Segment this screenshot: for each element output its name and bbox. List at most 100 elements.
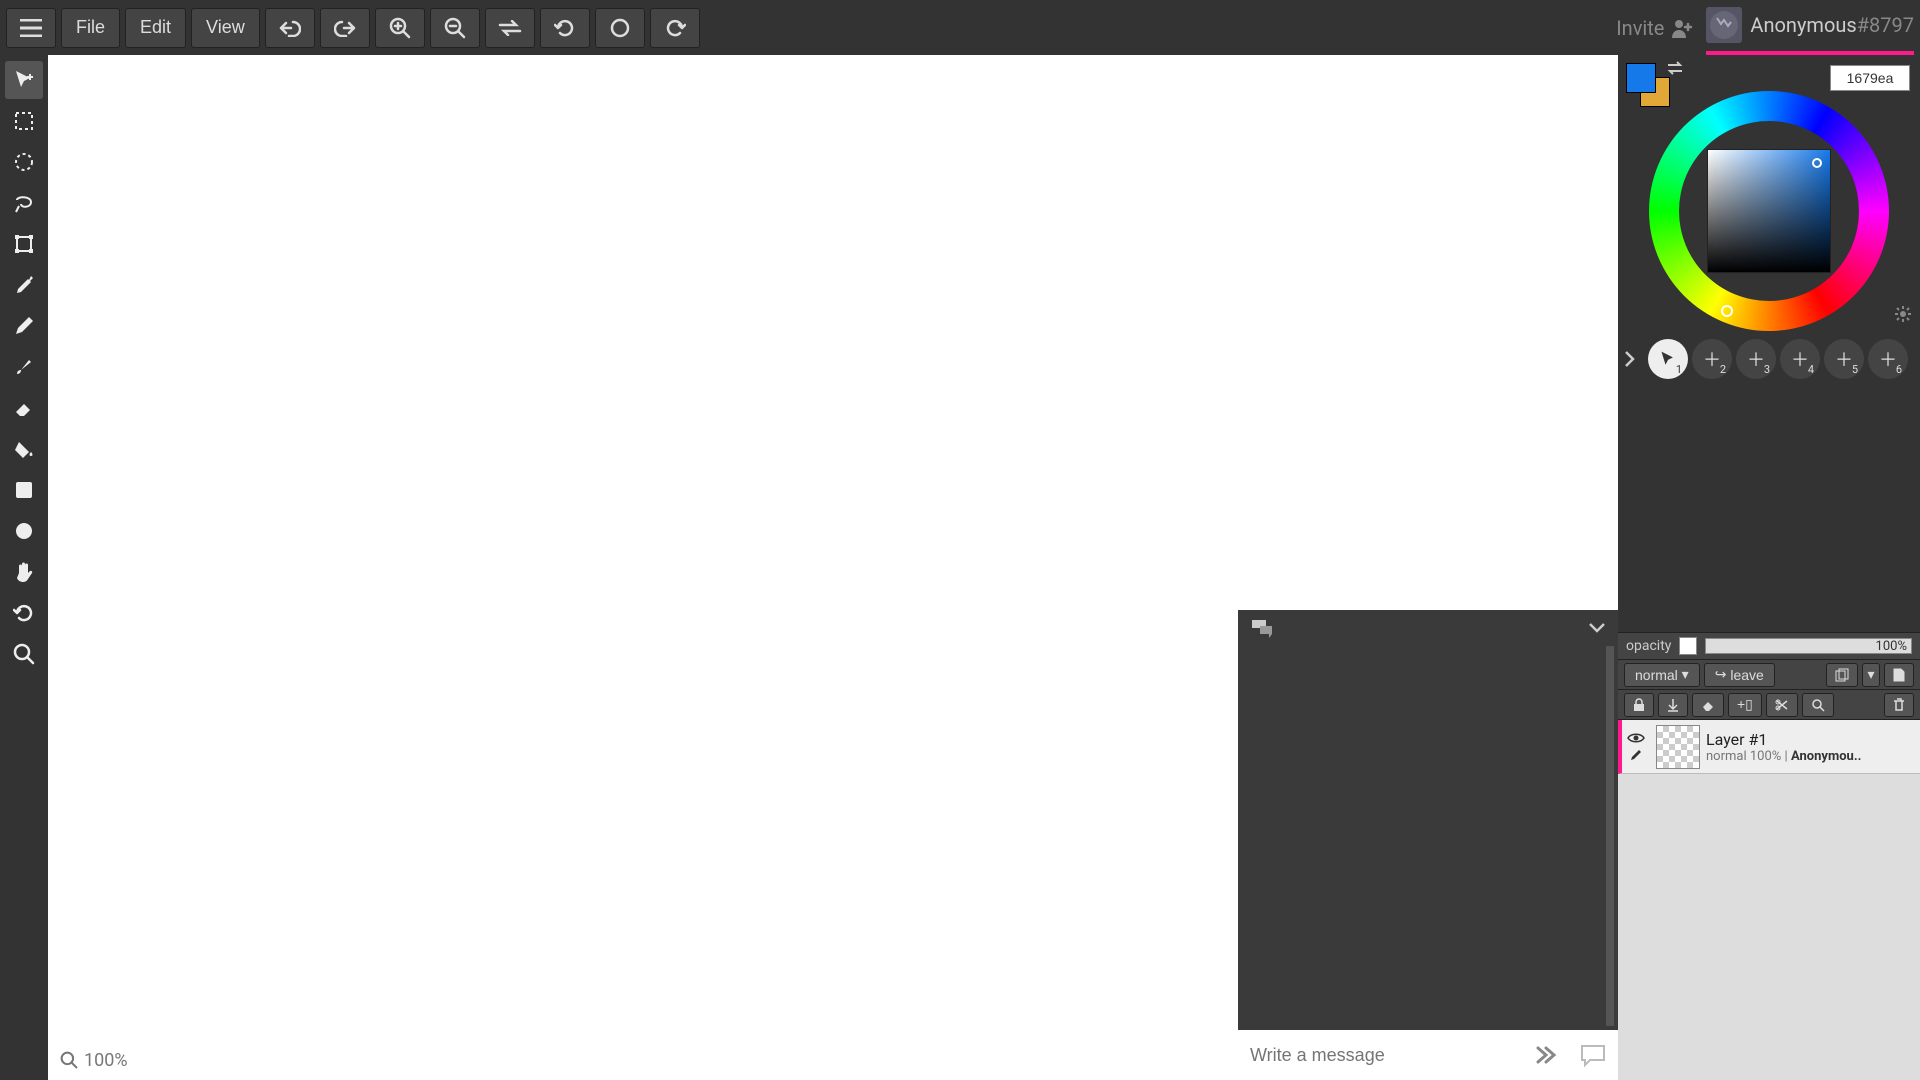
blend-mode-dropdown[interactable]: normal ▾ [1624, 663, 1700, 687]
redo-button[interactable] [320, 8, 370, 48]
eraser-tool[interactable] [5, 389, 43, 427]
chat-icon [1250, 618, 1274, 638]
chat-header [1238, 610, 1618, 646]
layer-meta: Layer #1 normal 100% | Anonymou.. [1706, 730, 1920, 764]
opacity-value: 100% [1876, 639, 1907, 654]
hand-tool[interactable] [5, 553, 43, 591]
leave-button[interactable]: ↪ leave [1704, 663, 1775, 687]
top-toolbar: File Edit View [0, 0, 1920, 55]
edit-menu-button[interactable]: Edit [125, 8, 186, 48]
hex-color-input[interactable] [1830, 65, 1910, 91]
plus-mask-icon: +▯ [1737, 696, 1753, 713]
lock-layer-button[interactable] [1624, 693, 1654, 717]
rotate-tool[interactable] [5, 594, 43, 632]
undo-icon [279, 19, 301, 37]
preset-slot-1[interactable]: 1 [1648, 339, 1688, 379]
preset-slot-3[interactable]: ＋3 [1736, 339, 1776, 379]
rectangle-tool[interactable] [5, 471, 43, 509]
layer-name-label: Layer #1 [1706, 730, 1920, 749]
file-menu-button[interactable]: File [61, 8, 120, 48]
transform-tool[interactable] [5, 225, 43, 263]
zoom-icon [60, 1051, 78, 1069]
hue-handle[interactable] [1721, 305, 1733, 317]
rotate-ccw-button[interactable] [595, 8, 645, 48]
layer-search-button[interactable] [1802, 693, 1834, 717]
hamburger-icon [20, 19, 42, 37]
move-tool[interactable] [5, 61, 43, 99]
add-user-icon [1670, 18, 1694, 38]
hamburger-menu-button[interactable] [6, 8, 56, 48]
visibility-eye-icon[interactable] [1627, 732, 1645, 744]
right-panel: 1 ＋2 ＋3 ＋4 ＋5 ＋6 opacity 100% normal ▾ ↪… [1618, 55, 1920, 1080]
layer-controls-row-1: normal ▾ ↪ leave ▾ [1618, 660, 1920, 690]
chat-send-button[interactable] [1536, 1046, 1560, 1064]
primary-color-swatch[interactable] [1626, 63, 1656, 93]
gear-icon[interactable] [1894, 305, 1912, 323]
duplicate-dropdown[interactable]: ▾ [1862, 663, 1880, 687]
new-layer-button[interactable] [1884, 663, 1914, 687]
preset-slot-4[interactable]: ＋4 [1780, 339, 1820, 379]
invite-label: Invite [1616, 16, 1664, 40]
chat-body[interactable] [1238, 646, 1614, 1026]
zoom-out-button[interactable] [430, 8, 480, 48]
layer-item[interactable]: Layer #1 normal 100% | Anonymou.. [1618, 720, 1920, 774]
tool-sidebar [0, 55, 48, 1080]
invite-button[interactable]: Invite [1616, 16, 1694, 40]
redo-icon [334, 19, 356, 37]
zoom-out-icon [444, 17, 466, 39]
chevron-down-icon[interactable] [1588, 622, 1606, 634]
middle-spacer [1618, 391, 1920, 632]
color-picker-area [1618, 55, 1920, 335]
layer-thumbnail[interactable] [1656, 725, 1700, 769]
rect-select-tool[interactable] [5, 102, 43, 140]
clear-layer-button[interactable] [1692, 693, 1724, 717]
chat-input[interactable] [1250, 1045, 1528, 1066]
delete-layer-button[interactable] [1884, 693, 1914, 717]
duplicate-layer-button[interactable] [1826, 663, 1858, 687]
preset-slot-6[interactable]: ＋6 [1868, 339, 1908, 379]
sv-handle[interactable] [1812, 158, 1822, 168]
undo-button[interactable] [265, 8, 315, 48]
opacity-slider[interactable]: 100% [1705, 638, 1912, 654]
layer-sub-label: normal 100% | Anonymou.. [1706, 749, 1920, 764]
fill-tool[interactable] [5, 430, 43, 468]
zoom-level-label[interactable]: 100% [84, 1050, 128, 1071]
sv-box[interactable] [1707, 149, 1831, 273]
leave-icon: ↪ [1715, 666, 1727, 683]
color-wheel[interactable] [1649, 91, 1889, 331]
swap-colors-icon[interactable] [1666, 61, 1684, 75]
clip-button[interactable] [1766, 693, 1798, 717]
ellipse-select-tool[interactable] [5, 143, 43, 181]
add-mask-button[interactable]: +▯ [1728, 693, 1762, 717]
opacity-label: opacity [1626, 638, 1671, 654]
reset-rotation-button[interactable] [540, 8, 590, 48]
flip-button[interactable] [485, 8, 535, 48]
eyedropper-tool[interactable] [5, 266, 43, 304]
lasso-tool[interactable] [5, 184, 43, 222]
zoom-in-button[interactable] [375, 8, 425, 48]
zoom-tool[interactable] [5, 635, 43, 673]
brush-tool[interactable] [5, 348, 43, 386]
view-menu-button[interactable]: View [191, 8, 260, 48]
user-block[interactable]: Anonymous#8797 [1706, 1, 1914, 55]
pencil-tool[interactable] [5, 307, 43, 345]
opacity-row: opacity 100% [1618, 632, 1920, 660]
merge-down-button[interactable] [1658, 693, 1688, 717]
layer-controls-row-2: +▯ [1618, 690, 1920, 720]
preset-slot-5[interactable]: ＋5 [1824, 339, 1864, 379]
reset-rotation-icon [554, 17, 576, 39]
rotate-cw-button[interactable] [650, 8, 700, 48]
expand-presets-icon[interactable] [1624, 350, 1644, 368]
chat-bubble-button[interactable] [1580, 1043, 1606, 1067]
edit-pencil-icon[interactable] [1629, 748, 1643, 762]
zoom-in-icon [389, 17, 411, 39]
ellipse-tool[interactable] [5, 512, 43, 550]
username-label: Anonymous#8797 [1750, 13, 1914, 37]
preset-slot-2[interactable]: ＋2 [1692, 339, 1732, 379]
avatar [1706, 7, 1742, 43]
horizontal-arrows-icon [498, 20, 522, 36]
chat-input-row [1238, 1030, 1618, 1080]
opacity-toggle[interactable] [1679, 637, 1697, 655]
layer-list: Layer #1 normal 100% | Anonymou.. [1618, 720, 1920, 1080]
rotate-cw-icon [664, 17, 686, 39]
